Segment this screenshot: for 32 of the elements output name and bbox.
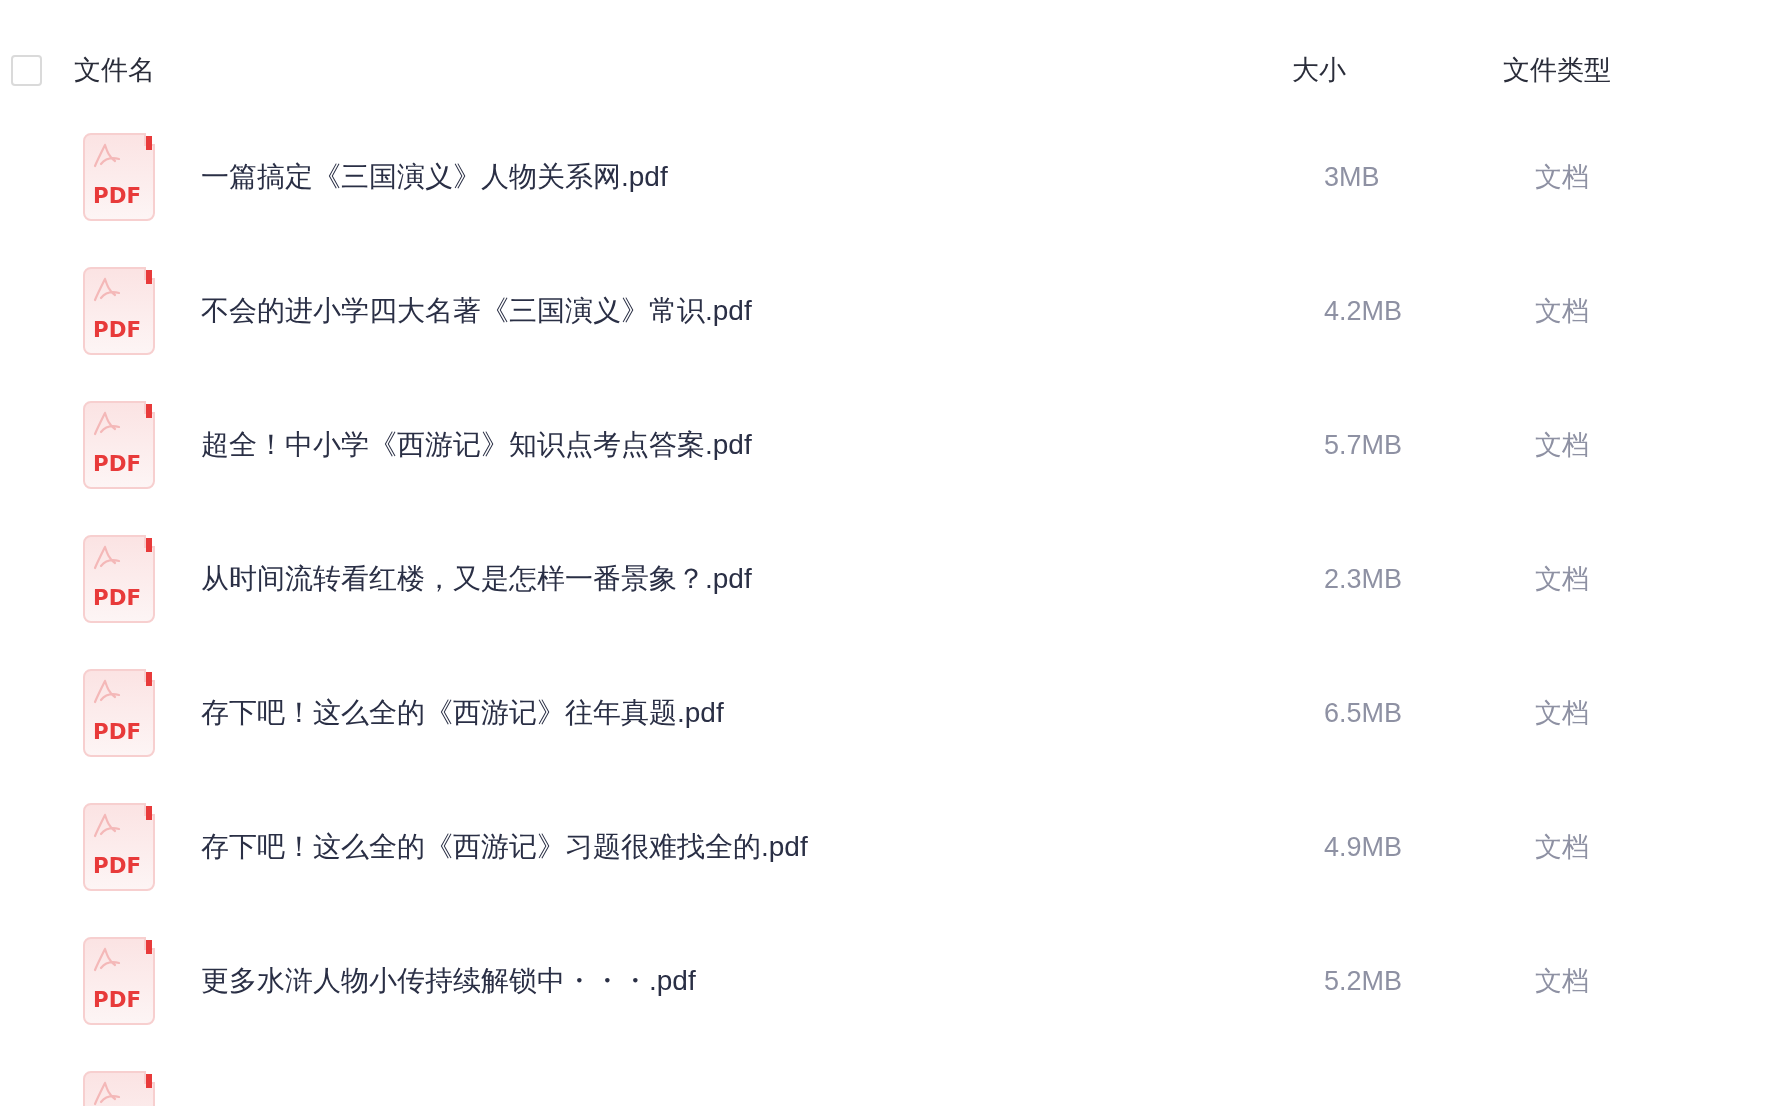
file-size: 4.9MB xyxy=(1324,831,1403,862)
name-column-header[interactable]: 文件名 xyxy=(74,54,155,85)
file-type: 文档 xyxy=(1535,429,1589,460)
file-name[interactable]: 更多水浒人物小传持续解锁中・・・.pdf xyxy=(201,965,696,996)
file-type: 文档 xyxy=(1535,965,1589,996)
pdf-file-icon: PDF xyxy=(83,535,155,623)
file-name[interactable]: 从时间流转看红楼，又是怎样一番景象？.pdf xyxy=(201,563,752,594)
pdf-file-icon: PDF xyxy=(83,267,155,355)
file-size: 3MB xyxy=(1324,161,1380,192)
file-type: 文档 xyxy=(1535,831,1589,862)
pdf-file-icon: PDF xyxy=(83,669,155,757)
file-type: 文档 xyxy=(1535,563,1589,594)
file-name[interactable]: 不会的进小学四大名著《三国演义》常识.pdf xyxy=(201,295,752,326)
file-size: 4.2MB xyxy=(1324,295,1403,326)
size-column-header[interactable]: 大小 xyxy=(1292,54,1346,85)
type-column-header[interactable]: 文件类型 xyxy=(1503,54,1611,85)
file-size: 5.2MB xyxy=(1324,965,1403,996)
file-name[interactable]: 存下吧！这么全的《西游记》习题很难找全的.pdf xyxy=(201,831,808,862)
file-name[interactable]: 超全！中小学《西游记》知识点考点答案.pdf xyxy=(201,429,752,460)
file-size: 5.7MB xyxy=(1324,429,1403,460)
pdf-file-icon: PDF xyxy=(83,401,155,489)
select-all-checkbox[interactable] xyxy=(11,54,42,86)
file-name[interactable]: 一篇搞定《三国演义》人物关系网.pdf xyxy=(201,161,668,192)
file-type: 文档 xyxy=(1535,295,1589,326)
pdf-file-icon: PDF xyxy=(83,803,155,891)
file-name[interactable]: 存下吧！这么全的《西游记》往年真题.pdf xyxy=(201,697,724,728)
file-size: 6.5MB xyxy=(1324,697,1403,728)
file-type: 文档 xyxy=(1535,161,1589,192)
file-size: 2.3MB xyxy=(1324,563,1403,594)
pdf-file-icon: PDF xyxy=(83,133,155,221)
file-type: 文档 xyxy=(1535,697,1589,728)
pdf-file-icon: PDF xyxy=(83,937,155,1025)
